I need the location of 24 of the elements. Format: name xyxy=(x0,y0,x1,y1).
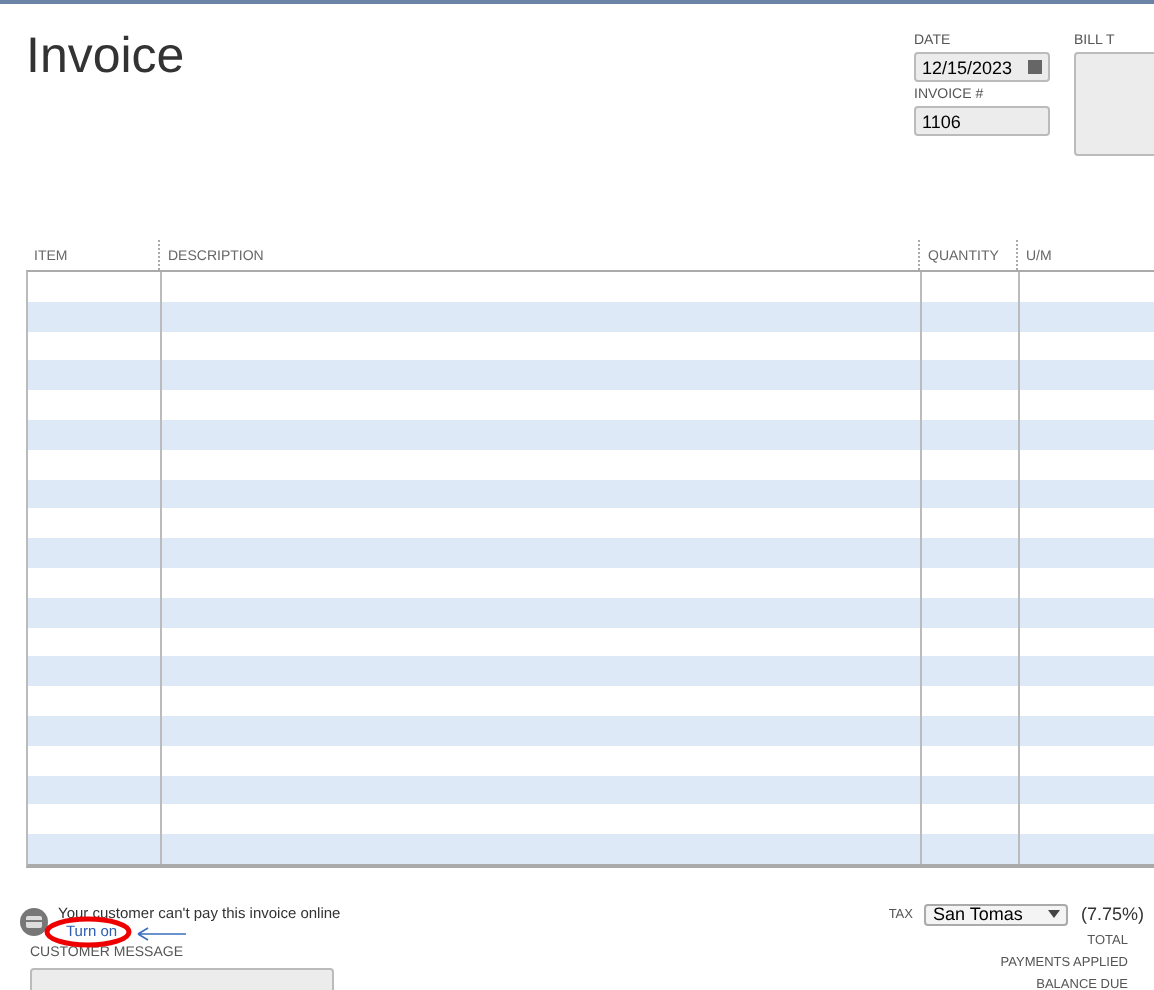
table-row[interactable] xyxy=(28,834,1154,864)
table-row[interactable] xyxy=(28,538,1154,568)
table-row[interactable] xyxy=(28,479,1154,509)
table-row[interactable] xyxy=(28,627,1154,657)
tax-rate: (7.75%) xyxy=(1080,904,1144,925)
table-row[interactable] xyxy=(28,715,1154,746)
date-field[interactable]: 12/15/2023 xyxy=(914,52,1050,82)
calendar-icon[interactable] xyxy=(1028,60,1042,74)
tax-dropdown[interactable]: San Tomas xyxy=(924,903,1069,926)
table-row[interactable] xyxy=(28,331,1154,361)
card-icon xyxy=(20,907,48,936)
invoice-number-field[interactable]: 1106 xyxy=(914,106,1050,136)
table-row[interactable] xyxy=(28,360,1154,391)
table-row[interactable] xyxy=(28,597,1154,628)
table-row[interactable] xyxy=(28,301,1154,332)
table-row[interactable] xyxy=(28,656,1154,687)
invoice-title: Invoice xyxy=(26,28,187,88)
table-row[interactable] xyxy=(28,419,1154,450)
caret-icon xyxy=(1048,910,1061,919)
customer-message-field[interactable] xyxy=(30,967,334,990)
bill-to-field[interactable] xyxy=(1074,52,1154,156)
annotation-arrow xyxy=(136,926,188,942)
annotation-ellipse xyxy=(44,916,132,948)
table-row[interactable] xyxy=(28,775,1154,805)
